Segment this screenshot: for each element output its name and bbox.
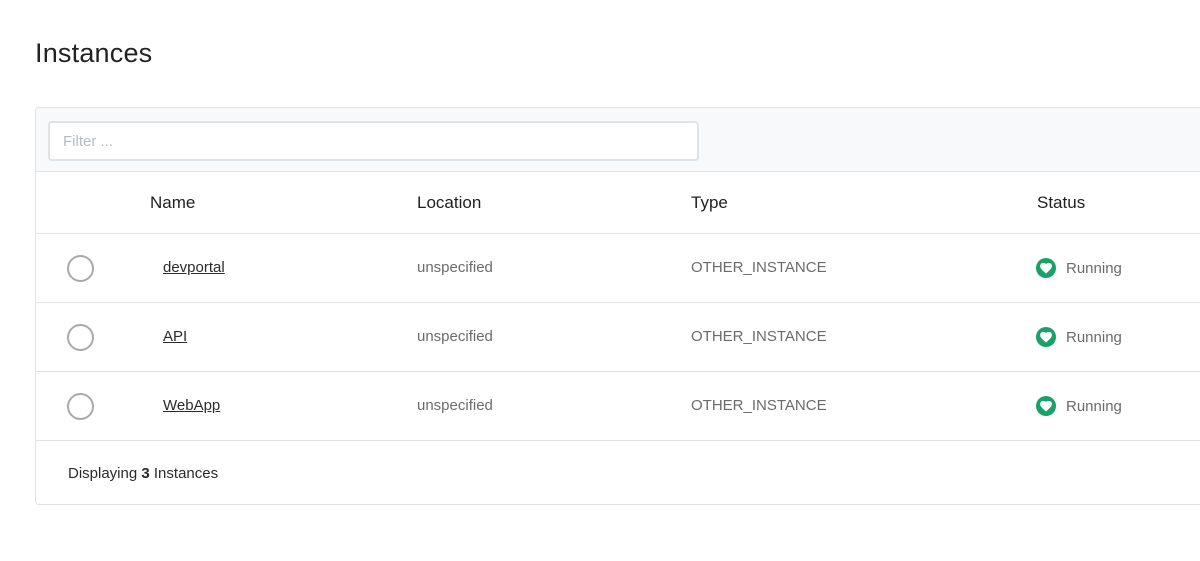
- row-select-radio[interactable]: [67, 324, 94, 351]
- heart-icon: [1036, 327, 1056, 347]
- heart-icon: [1036, 396, 1056, 416]
- footer-prefix: Displaying: [68, 465, 138, 482]
- instance-type: OTHER_INSTANCE: [691, 328, 827, 345]
- column-header-name[interactable]: Name: [150, 193, 195, 213]
- table-header: Name Location Type Status: [36, 172, 1200, 234]
- column-header-status[interactable]: Status: [1037, 193, 1085, 213]
- status-badge: Running: [1036, 257, 1122, 279]
- status-text: Running: [1066, 328, 1122, 346]
- instance-name-link[interactable]: WebApp: [163, 397, 220, 414]
- instance-type: OTHER_INSTANCE: [691, 259, 827, 276]
- table-row: WebApp unspecified OTHER_INSTANCE Runnin…: [36, 372, 1200, 441]
- status-badge: Running: [1036, 395, 1122, 417]
- column-header-type[interactable]: Type: [691, 193, 728, 213]
- instance-location: unspecified: [417, 328, 493, 345]
- instance-location: unspecified: [417, 397, 493, 414]
- column-header-location[interactable]: Location: [417, 193, 481, 213]
- status-text: Running: [1066, 397, 1122, 415]
- table-row: API unspecified OTHER_INSTANCE Running: [36, 303, 1200, 372]
- row-select-radio[interactable]: [67, 255, 94, 282]
- instance-name-link[interactable]: devportal: [163, 259, 225, 276]
- table-row: devportal unspecified OTHER_INSTANCE Run…: [36, 234, 1200, 303]
- row-select-radio[interactable]: [67, 393, 94, 420]
- instances-table-panel: Name Location Type Status devportal unsp…: [35, 107, 1200, 505]
- footer-suffix: Instances: [153, 465, 219, 482]
- filter-input[interactable]: [48, 121, 699, 161]
- filter-bar: [36, 108, 1200, 172]
- heart-icon: [1036, 258, 1056, 278]
- instance-name-link[interactable]: API: [163, 328, 187, 345]
- page-title: Instances: [35, 38, 153, 68]
- instance-count: 3: [141, 465, 150, 482]
- status-text: Running: [1066, 259, 1122, 277]
- status-badge: Running: [1036, 326, 1122, 348]
- instance-type: OTHER_INSTANCE: [691, 397, 827, 414]
- table-footer: Displaying 3 Instances: [68, 465, 218, 482]
- instance-location: unspecified: [417, 259, 493, 276]
